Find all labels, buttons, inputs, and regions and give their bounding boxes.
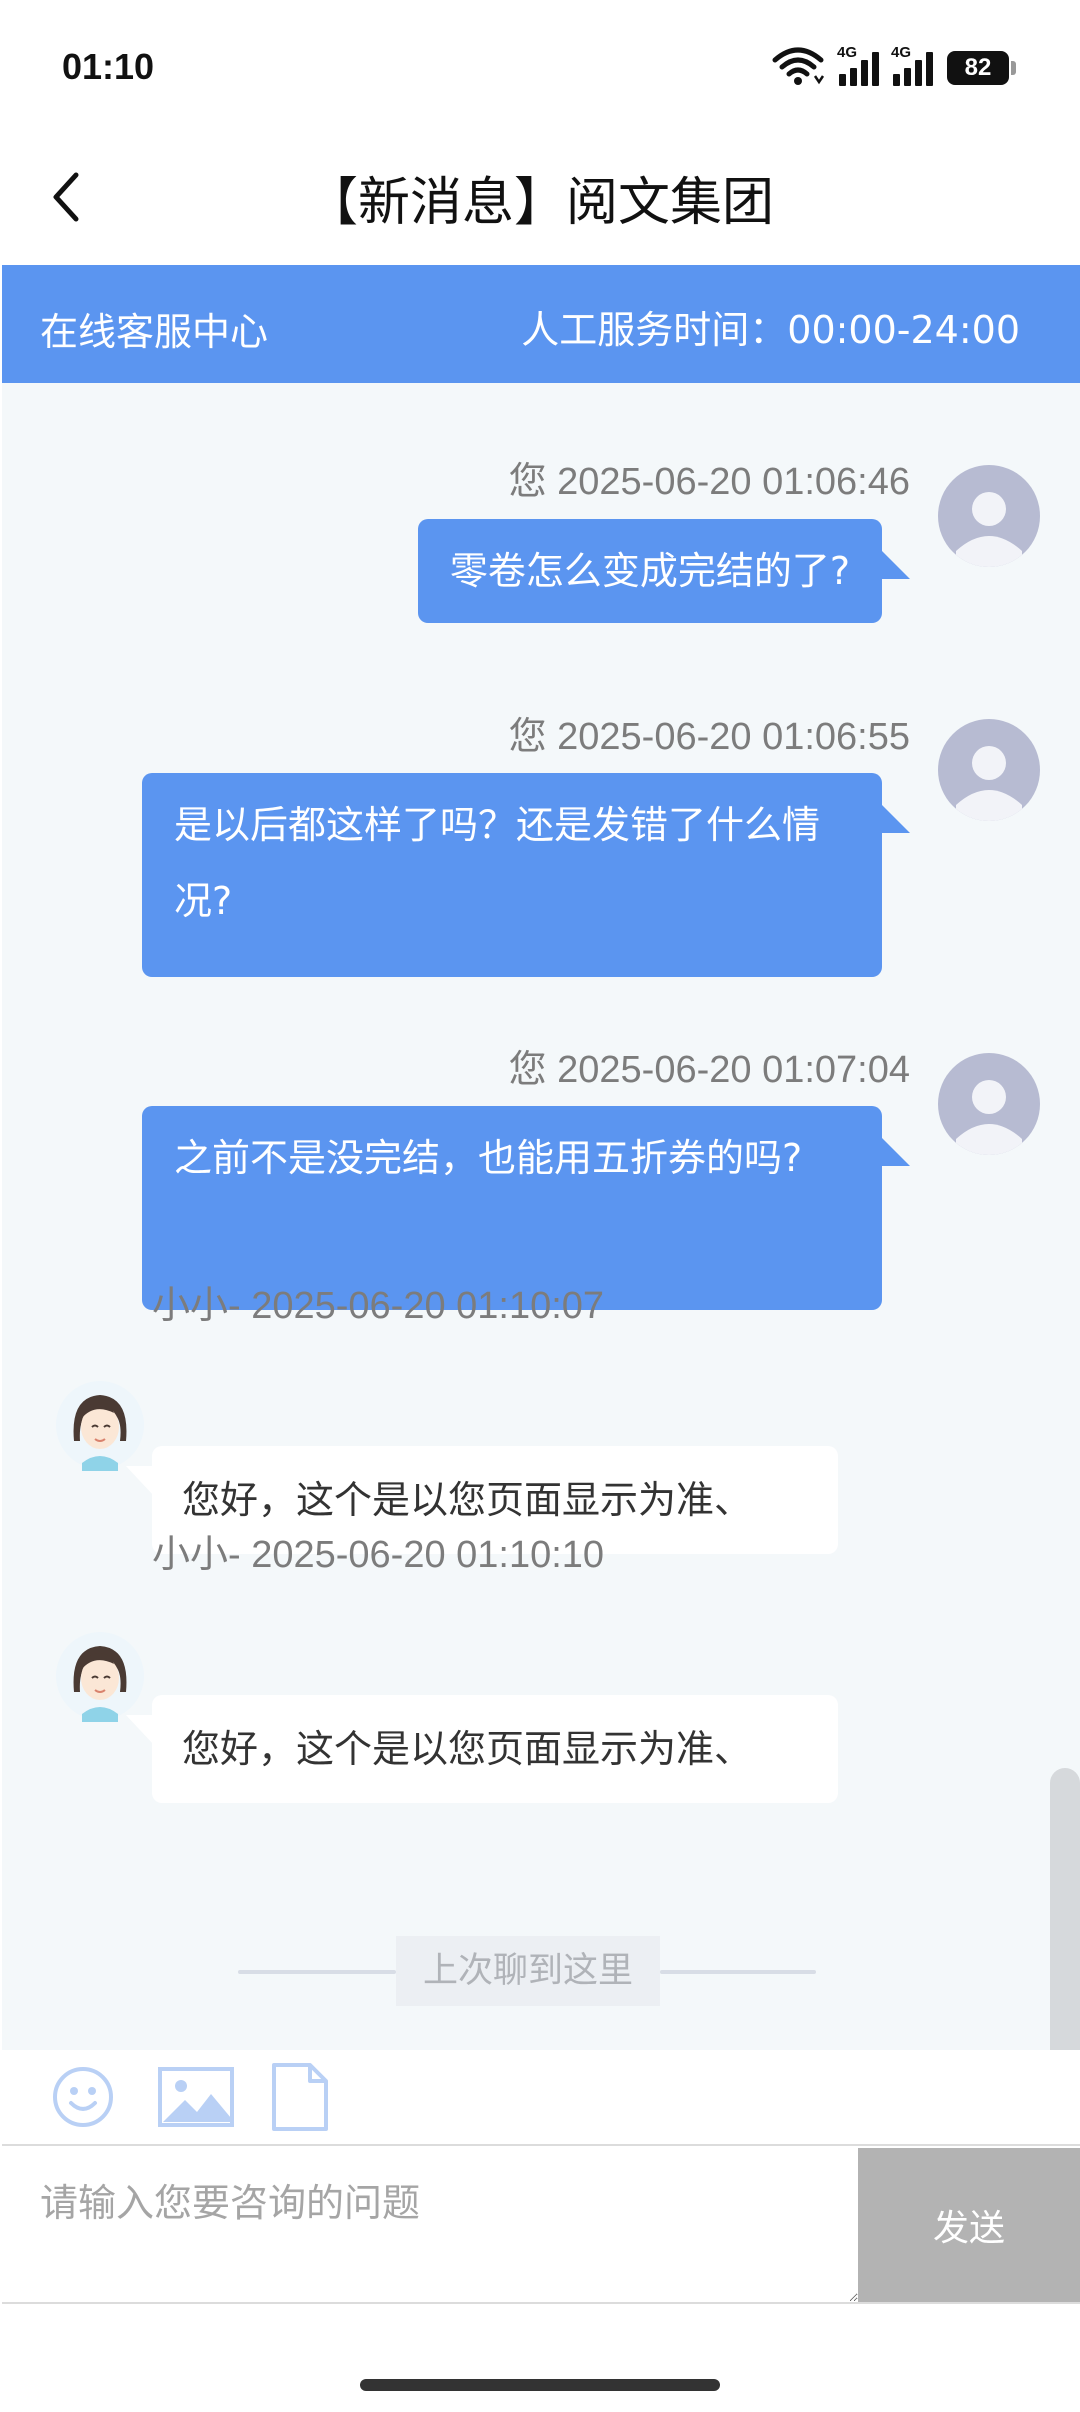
last-chat-label: 上次聊到这里 bbox=[396, 1936, 660, 2006]
bottom-area bbox=[0, 2306, 1080, 2412]
signal-icon-2: 4G bbox=[891, 44, 933, 86]
chat-area[interactable]: 您 2025-06-20 01:06:46 零卷怎么变成完结的了? 您 2025… bbox=[2, 383, 1080, 2050]
wifi-icon bbox=[771, 46, 825, 90]
title-bar: 【新消息】阅文集团 bbox=[0, 130, 1080, 265]
service-hours: 人工服务时间：00:00-24:00 bbox=[521, 308, 1020, 352]
status-bar: 01:10 4G 4G 82 bbox=[0, 0, 1080, 130]
message-time: 您 2025-06-20 01:06:46 bbox=[508, 461, 910, 503]
divider-line bbox=[660, 1970, 816, 1974]
battery-level: 82 bbox=[947, 51, 1009, 85]
user-avatar-icon bbox=[938, 719, 1040, 821]
app-root: 01:10 4G 4G 82 【新消息】阅文集团 在线客服中心 人工服务时间：0… bbox=[0, 0, 1080, 2412]
page-title: 【新消息】阅文集团 bbox=[305, 173, 774, 233]
image-icon bbox=[158, 2067, 234, 2127]
input-toolbar bbox=[2, 2050, 1080, 2146]
status-time: 01:10 bbox=[62, 46, 155, 87]
message-time: 小小- 2025-06-20 01:10:07 bbox=[152, 1285, 605, 1327]
scrollbar[interactable] bbox=[1050, 1768, 1080, 2050]
emoji-button[interactable] bbox=[48, 2062, 118, 2132]
file-button[interactable] bbox=[268, 2062, 332, 2132]
status-icons: 4G 4G 82 bbox=[771, 44, 1016, 90]
agent-avatar-icon bbox=[54, 1626, 146, 1726]
message-input[interactable] bbox=[2, 2148, 858, 2302]
emoji-icon bbox=[53, 2067, 113, 2127]
home-indicator[interactable] bbox=[360, 2379, 720, 2391]
message-time: 您 2025-06-20 01:07:04 bbox=[508, 1049, 910, 1091]
image-button[interactable] bbox=[156, 2062, 236, 2132]
last-chat-divider: 上次聊到这里 bbox=[2, 1936, 1050, 2006]
user-avatar-icon bbox=[938, 1053, 1040, 1155]
signal-icon-1: 4G bbox=[837, 44, 879, 86]
user-avatar-icon bbox=[938, 465, 1040, 567]
divider-line bbox=[238, 1970, 396, 1974]
battery-icon: 82 bbox=[947, 51, 1016, 85]
message-bubble: 您好，这个是以您页面显示为准、 bbox=[126, 1695, 838, 1803]
file-icon bbox=[272, 2063, 328, 2131]
send-button[interactable]: 发送 bbox=[858, 2148, 1080, 2302]
agent-avatar-icon bbox=[54, 1375, 146, 1475]
service-header: 在线客服中心 人工服务时间：00:00-24:00 bbox=[2, 265, 1080, 383]
service-name: 在线客服中心 bbox=[40, 310, 269, 354]
network-type-1: 4G bbox=[837, 44, 858, 61]
message-bubble: 零卷怎么变成完结的了? bbox=[417, 519, 882, 623]
message-bubble: 是以后都这样了吗？还是发错了什么情况? bbox=[142, 773, 882, 977]
message-time: 您 2025-06-20 01:06:55 bbox=[508, 716, 910, 758]
message-time: 小小- 2025-06-20 01:10:10 bbox=[152, 1534, 605, 1576]
network-type-2: 4G bbox=[891, 44, 912, 61]
input-row: 发送 bbox=[2, 2148, 1080, 2304]
